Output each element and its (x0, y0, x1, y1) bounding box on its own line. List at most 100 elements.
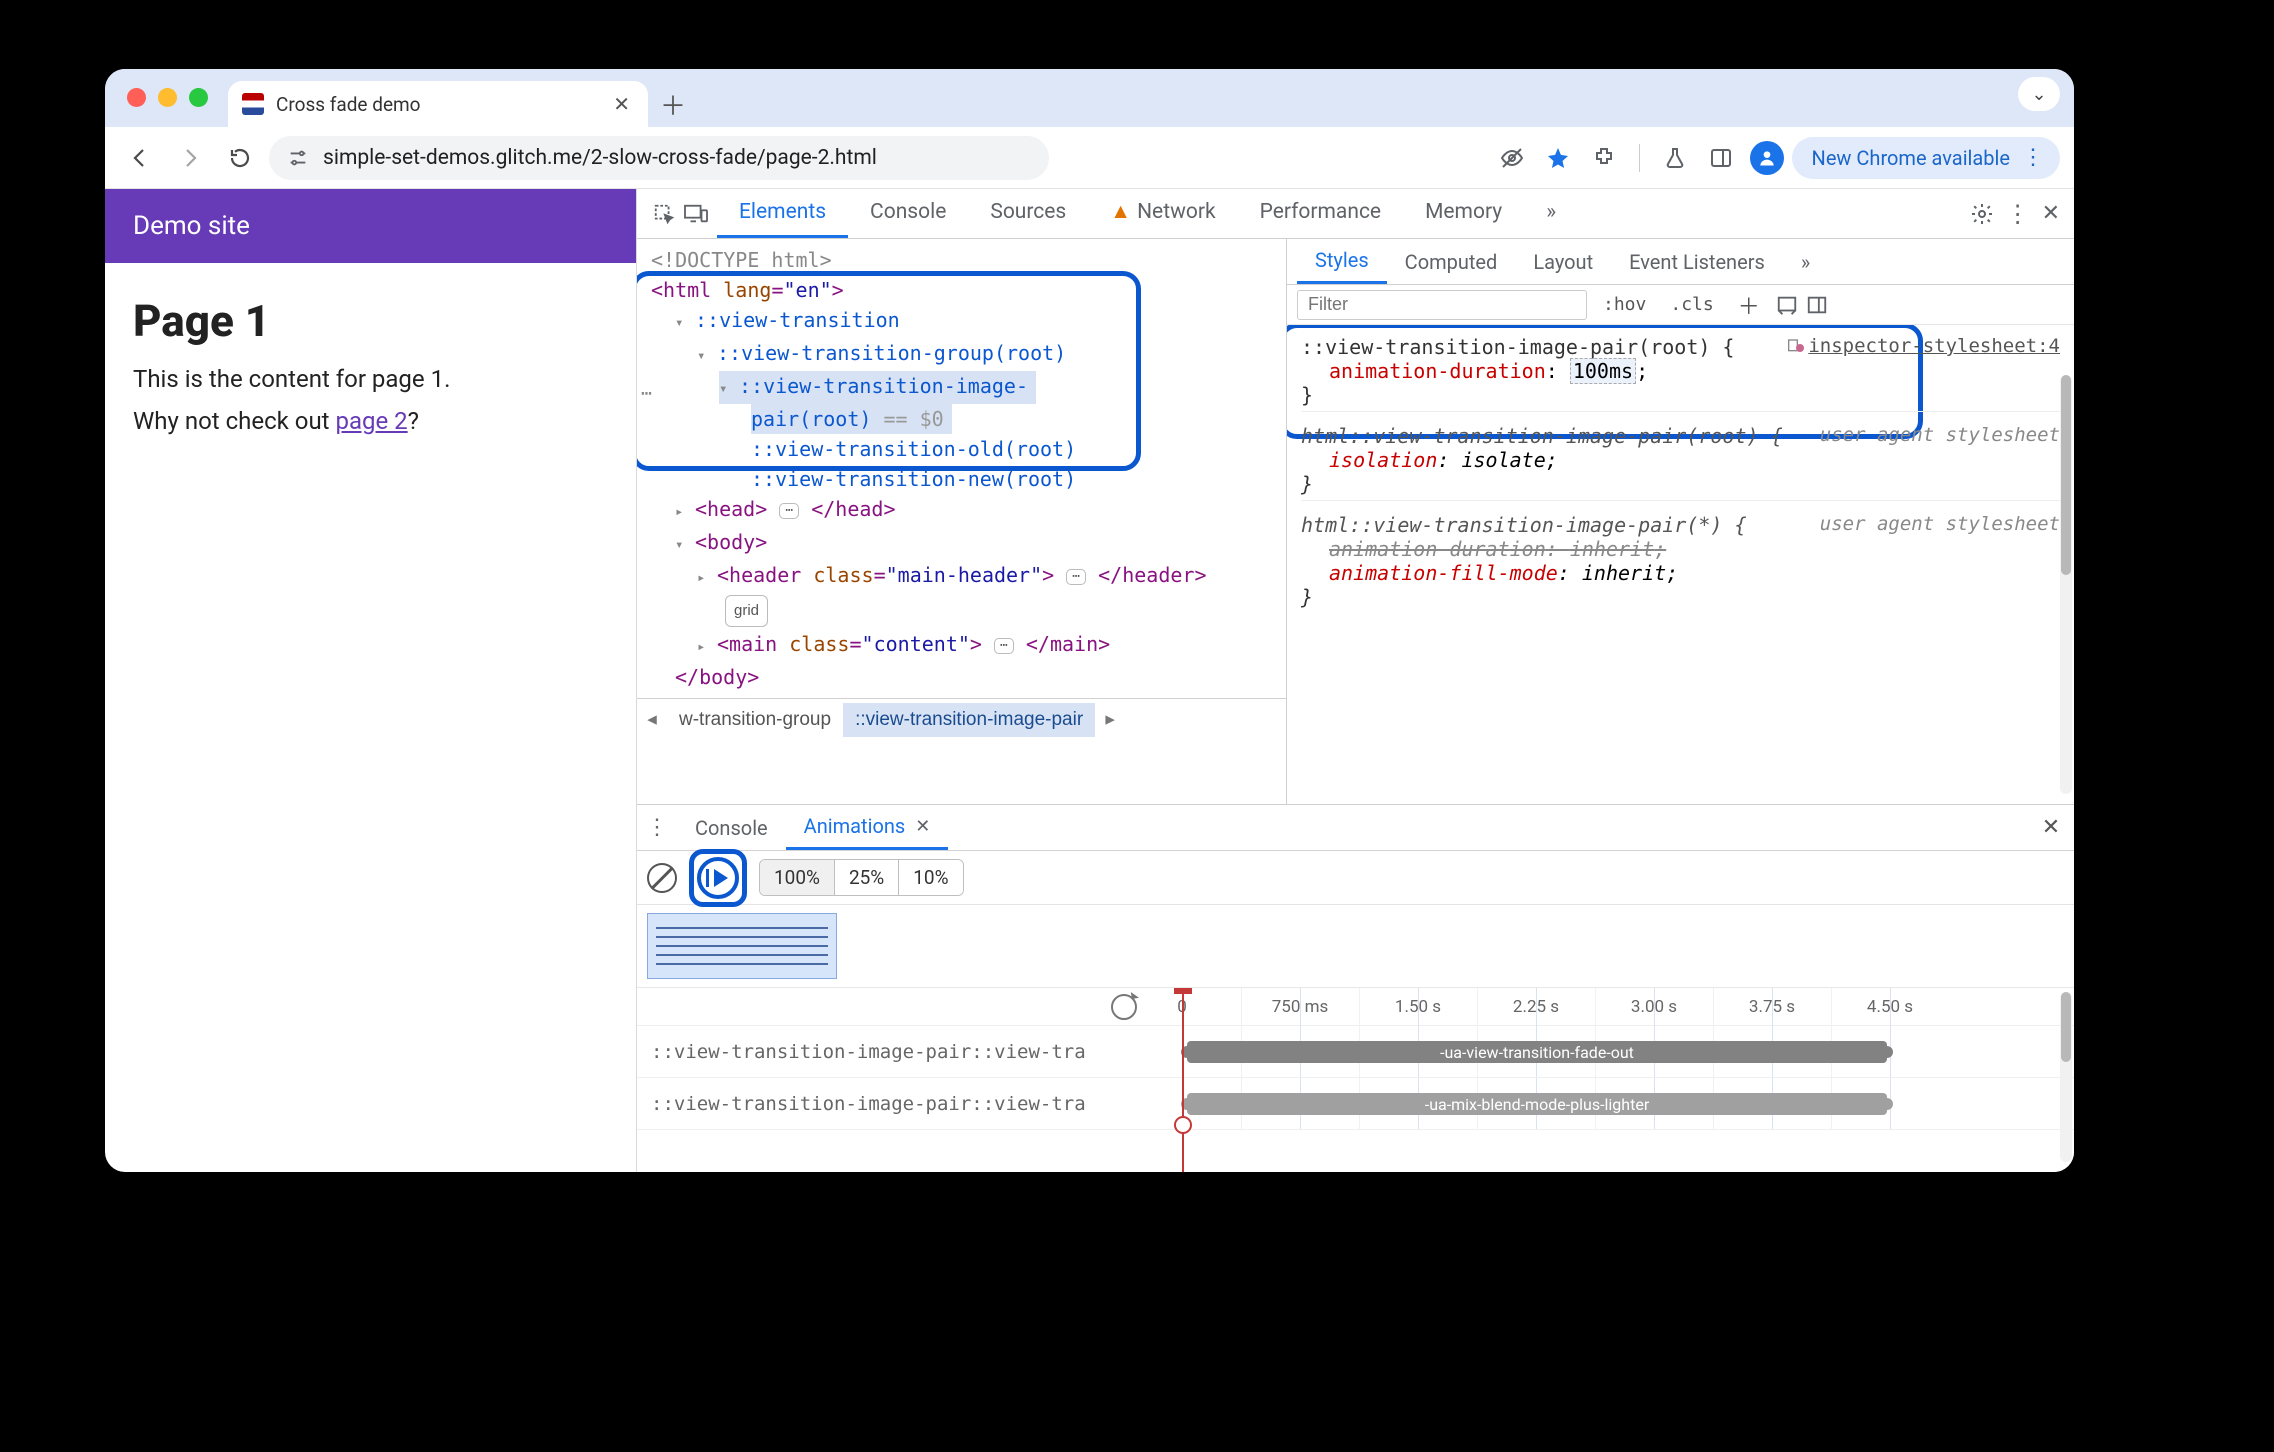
window-zoom-button[interactable] (189, 88, 208, 107)
elements-panel: <!DOCTYPE html> <html lang="en"> ::view-… (637, 239, 1287, 804)
styles-body[interactable]: inspector-stylesheet:4 ::view-transition… (1287, 325, 2074, 804)
replay-icon[interactable] (1111, 994, 1137, 1020)
animation-bar[interactable]: -ua-view-transition-fade-out (1187, 1041, 1887, 1063)
styles-panel: Styles Computed Layout Event Listeners »… (1287, 239, 2074, 804)
animation-group-thumb[interactable] (647, 913, 837, 979)
scrollbar-thumb[interactable] (2061, 992, 2071, 1062)
css-rule[interactable]: inspector-stylesheet:4 ::view-transition… (1301, 331, 2060, 412)
new-rule-icon[interactable]: ＋ (1730, 286, 1768, 324)
site-settings-icon[interactable] (287, 147, 309, 169)
tab-styles[interactable]: Styles (1297, 239, 1387, 284)
animation-bar[interactable]: -ua-mix-blend-mode-plus-lighter (1187, 1093, 1887, 1115)
browser-tab[interactable]: Cross fade demo ✕ (228, 81, 648, 127)
page-header: Demo site (105, 189, 636, 263)
page-para-1: This is the content for page 1. (133, 365, 608, 393)
tab-search-button[interactable]: ⌄ (2018, 77, 2060, 111)
update-pill[interactable]: New Chrome available ⋮ (1792, 137, 2060, 179)
playhead[interactable] (1182, 988, 1184, 1172)
drawer-close-icon[interactable]: ✕ (2028, 805, 2074, 850)
nav-forward-button[interactable] (169, 137, 211, 179)
page-link[interactable]: page 2 (335, 407, 407, 435)
rule-source-link[interactable]: inspector-stylesheet:4 (1786, 335, 2060, 357)
tab-memory[interactable]: Memory (1403, 189, 1524, 238)
crumb-scroll-left[interactable]: ◂ (637, 708, 667, 731)
timeline[interactable]: 0750 ms1.50 s2.25 s3.00 s3.75 s4.50 s ::… (637, 988, 2074, 1172)
breadcrumb[interactable]: ◂ w-transition-group ::view-transition-i… (637, 698, 1286, 740)
tabs-overflow[interactable]: » (1524, 189, 1578, 238)
cls-toggle[interactable]: .cls (1662, 291, 1721, 318)
nav-reload-button[interactable] (219, 137, 261, 179)
tab-elements[interactable]: Elements (717, 189, 848, 238)
window-minimize-button[interactable] (158, 88, 177, 107)
play-pause-button[interactable] (697, 857, 739, 899)
speed-100[interactable]: 100% (760, 860, 835, 895)
kebab-icon: ⋮ (2022, 145, 2044, 170)
tab-computed[interactable]: Computed (1387, 239, 1516, 284)
extensions-icon[interactable] (1583, 137, 1625, 179)
settings-gear-icon[interactable] (1970, 202, 1994, 226)
tab-layout[interactable]: Layout (1515, 239, 1611, 284)
rule-source: user agent stylesheet (1820, 513, 2060, 535)
devtools: Elements Console Sources ▲Network Perfor… (637, 189, 2074, 1172)
speed-group: 100% 25% 10% (759, 859, 964, 896)
tab-close-icon[interactable]: ✕ (613, 92, 630, 116)
incognito-eye-icon[interactable] (1491, 137, 1533, 179)
new-tab-button[interactable]: ＋ (648, 81, 698, 127)
devtools-close-icon[interactable]: ✕ (2042, 201, 2060, 226)
separator (1639, 144, 1640, 172)
inspect-icon[interactable] (653, 203, 675, 225)
plus-icon: ＋ (660, 86, 686, 123)
sidebar-toggle-icon[interactable] (1806, 294, 1828, 316)
site-title: Demo site (133, 211, 250, 241)
speed-25[interactable]: 25% (835, 860, 899, 895)
scrollbar[interactable] (2060, 375, 2072, 794)
kebab-icon[interactable]: ⋮ (2006, 200, 2030, 228)
tab-event-listeners[interactable]: Event Listeners (1611, 239, 1783, 284)
scrollbar[interactable] (2060, 992, 2072, 1162)
devtools-body: <!DOCTYPE html> <html lang="en"> ::view-… (637, 239, 2074, 804)
titlebar: Cross fade demo ✕ ＋ ⌄ (105, 69, 2074, 127)
styles-tabs-overflow[interactable]: » (1783, 239, 1828, 284)
bookmark-star-icon[interactable] (1537, 137, 1579, 179)
content-split: Demo site Page 1 This is the content for… (105, 189, 2074, 1172)
nav-back-button[interactable] (119, 137, 161, 179)
browser-window: Cross fade demo ✕ ＋ ⌄ simple-set-demos.g… (105, 69, 2074, 1172)
timeline-row[interactable]: ::view-transition-image-pair::view-tra -… (637, 1026, 2074, 1078)
rule-source: user agent stylesheet (1820, 424, 2060, 446)
playhead-knob[interactable] (1174, 1116, 1192, 1134)
clear-icon[interactable] (647, 863, 677, 893)
profile-button[interactable] (1746, 137, 1788, 179)
crumb-group[interactable]: w-transition-group (667, 703, 843, 737)
timeline-row[interactable]: ::view-transition-image-pair::view-tra -… (637, 1078, 2074, 1130)
tab-title: Cross fade demo (276, 93, 601, 116)
speed-10[interactable]: 10% (899, 860, 962, 895)
tab-network[interactable]: ▲Network (1088, 189, 1237, 238)
css-rule[interactable]: user agent stylesheet html::view-transit… (1301, 424, 2060, 501)
styles-filter-input[interactable] (1297, 290, 1587, 320)
device-toggle-icon[interactable] (683, 203, 709, 225)
dom-row-menu[interactable]: ⋯ (641, 379, 653, 409)
url-field[interactable]: simple-set-demos.glitch.me/2-slow-cross-… (269, 136, 1049, 180)
window-close-button[interactable] (127, 88, 146, 107)
css-rule[interactable]: user agent stylesheet html::view-transit… (1301, 513, 2060, 613)
favicon (242, 93, 264, 115)
tab-performance[interactable]: Performance (1238, 189, 1403, 238)
dom-tree[interactable]: <!DOCTYPE html> <html lang="en"> ::view-… (637, 239, 1286, 698)
update-pill-label: New Chrome available (1812, 146, 2010, 170)
close-icon[interactable]: ✕ (915, 816, 930, 837)
hov-toggle[interactable]: :hov (1595, 291, 1654, 318)
drawer-menu-icon[interactable]: ⋮ (637, 805, 677, 850)
side-panel-icon[interactable] (1700, 137, 1742, 179)
drawer-tab-console[interactable]: Console (677, 805, 786, 850)
labs-icon[interactable] (1654, 137, 1696, 179)
url-text: simple-set-demos.glitch.me/2-slow-cross-… (323, 146, 877, 170)
tab-console[interactable]: Console (848, 189, 968, 238)
tab-sources[interactable]: Sources (968, 189, 1088, 238)
crumb-pair[interactable]: ::view-transition-image-pair (843, 703, 1095, 737)
grid-badge[interactable]: grid (725, 595, 768, 627)
drawer-tab-animations[interactable]: Animations ✕ (786, 805, 949, 850)
crumb-scroll-right[interactable]: ▸ (1095, 708, 1125, 731)
scrollbar-thumb[interactable] (2061, 375, 2071, 575)
computed-toggle-icon[interactable] (1776, 294, 1798, 316)
highlight-play (689, 849, 747, 907)
